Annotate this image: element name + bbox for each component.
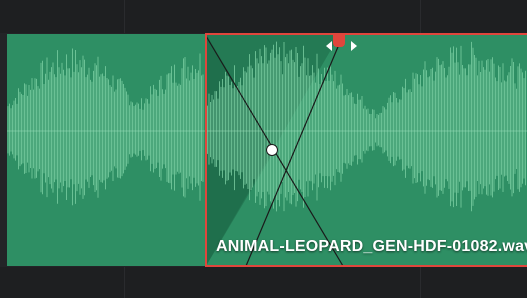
chevron-right-icon — [351, 41, 357, 51]
crossfade-node-icon[interactable] — [266, 144, 278, 156]
chevron-left-icon — [326, 41, 332, 51]
timeline-viewer: ANIMAL-LEOPARD_GEN-HDF-01082.wav — [0, 0, 527, 298]
fade-handle-icon[interactable] — [333, 33, 345, 47]
clip-name-label: ANIMAL-LEOPARD_GEN-HDF-01082.wav — [216, 238, 527, 255]
